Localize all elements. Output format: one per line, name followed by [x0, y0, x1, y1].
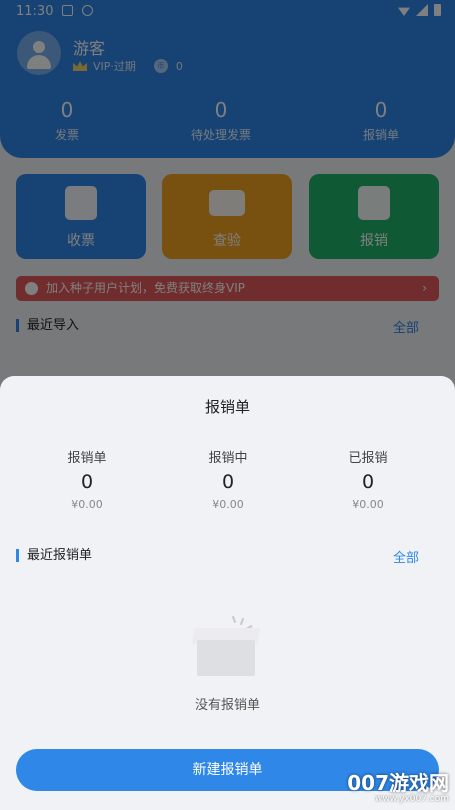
empty-state-text: 没有报销单 — [194, 698, 260, 713]
summary-reimbursed[interactable]: 已报销 0 ¥0.00 — [298, 451, 438, 511]
spark-line — [231, 615, 237, 624]
summary-amount: ¥0.00 — [352, 498, 384, 511]
recent-reimbursement-title: 最近报销单 — [16, 549, 92, 562]
summary-amount: ¥0.00 — [71, 498, 103, 511]
watermark-url: www.yx007.com — [374, 794, 449, 804]
recent-reimbursement-all-link[interactable]: 全部 — [393, 547, 419, 566]
sheet-title: 报销单 — [204, 398, 250, 416]
watermark-brand: 007游戏网 — [347, 771, 449, 795]
summary-count: 0 — [80, 471, 94, 493]
empty-box-icon — [191, 615, 263, 686]
summary-label: 已报销 — [348, 451, 388, 466]
reimbursement-sheet: 报销单 报销单 0 ¥0.00 报销中 0 ¥0.00 已报销 0 ¥0.00 … — [0, 376, 455, 810]
summary-label: 报销单 — [67, 451, 107, 466]
summary-reimbursement[interactable]: 报销单 0 ¥0.00 — [17, 451, 157, 511]
summary-in-progress[interactable]: 报销中 0 ¥0.00 — [158, 451, 298, 511]
summary-amount: ¥0.00 — [212, 498, 244, 511]
spark-line — [239, 617, 245, 626]
summary-count: 0 — [221, 471, 235, 493]
summary-label: 报销中 — [208, 451, 248, 466]
box-front — [197, 640, 255, 676]
watermark-logo: 007游戏网 www.yx007.com — [347, 772, 449, 804]
summary-count: 0 — [361, 471, 375, 493]
